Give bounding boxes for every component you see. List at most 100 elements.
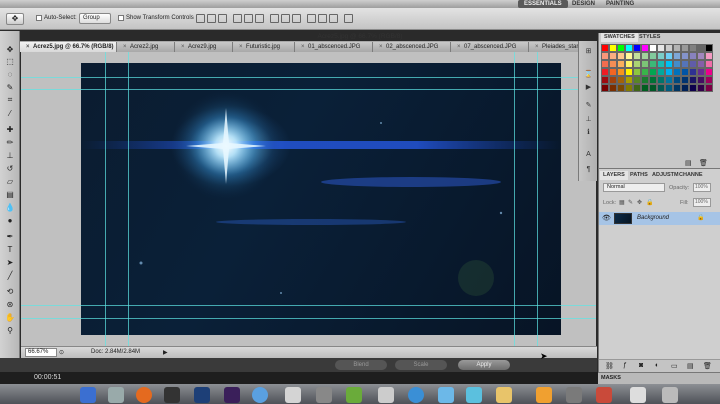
healing-brush-tool-icon[interactable]: ✚ <box>4 124 16 134</box>
marquee-tool-icon[interactable]: ⬚ <box>4 56 16 66</box>
color-swatch[interactable] <box>673 52 681 60</box>
color-swatch[interactable] <box>649 52 657 60</box>
color-swatch[interactable] <box>601 84 609 92</box>
color-swatch[interactable] <box>665 44 673 52</box>
color-swatch[interactable] <box>641 84 649 92</box>
color-swatch[interactable] <box>673 68 681 76</box>
brush-tool-icon[interactable]: ✏ <box>4 137 16 147</box>
color-swatch[interactable] <box>625 44 633 52</box>
app-icon[interactable] <box>466 387 482 403</box>
color-swatch[interactable] <box>641 44 649 52</box>
align-top-icon[interactable] <box>196 14 205 23</box>
auto-select-dropdown[interactable]: Group <box>79 13 111 24</box>
color-swatch[interactable] <box>681 84 689 92</box>
eraser-tool-icon[interactable]: ▱ <box>4 176 16 186</box>
color-swatch[interactable] <box>657 60 665 68</box>
app-icon[interactable] <box>536 387 552 403</box>
color-swatch[interactable] <box>681 52 689 60</box>
workspace-design-button[interactable]: DESIGN <box>566 0 601 8</box>
color-swatch[interactable] <box>617 76 625 84</box>
distribute-top-icon[interactable] <box>270 14 279 23</box>
tab-channels[interactable]: CHANNE <box>676 171 706 180</box>
color-swatch[interactable] <box>689 52 697 60</box>
color-swatch[interactable] <box>649 44 657 52</box>
distribute-bottom-icon[interactable] <box>292 14 301 23</box>
color-swatch[interactable] <box>633 84 641 92</box>
close-icon[interactable]: × <box>535 42 540 52</box>
close-icon[interactable]: × <box>239 42 244 52</box>
color-swatch[interactable] <box>609 68 617 76</box>
close-icon[interactable]: × <box>301 42 306 52</box>
layer-style-icon[interactable]: ƒ <box>623 362 627 369</box>
align-left-icon[interactable] <box>233 14 242 23</box>
color-swatch[interactable] <box>617 52 625 60</box>
blur-tool-icon[interactable]: 💧 <box>4 202 16 212</box>
app-icon[interactable] <box>566 387 582 403</box>
workspace-painting-button[interactable]: PAINTING <box>600 0 640 8</box>
scale-button[interactable]: Scale <box>395 360 447 370</box>
lock-all-icon[interactable]: 🔒 <box>646 199 653 206</box>
move-tool-preset-icon[interactable]: ✥ <box>6 13 24 25</box>
lock-pixels-icon[interactable]: ✎ <box>628 199 633 206</box>
workspace-essentials-button[interactable]: ESSENTIALS <box>518 0 568 8</box>
swatch-grid[interactable] <box>601 44 713 92</box>
blend-mode-dropdown[interactable]: Normal <box>603 183 665 192</box>
color-swatch[interactable] <box>681 60 689 68</box>
color-swatch[interactable] <box>705 60 713 68</box>
color-swatch[interactable] <box>673 44 681 52</box>
color-swatch[interactable] <box>697 44 705 52</box>
mini-bridge-icon[interactable]: ⊞ <box>583 46 594 56</box>
lock-transparent-icon[interactable]: ▦ <box>619 199 625 206</box>
guide-vertical[interactable] <box>537 52 538 346</box>
app-icon[interactable] <box>285 387 301 403</box>
trash-icon[interactable] <box>662 387 678 403</box>
photoshop-icon[interactable] <box>194 387 210 403</box>
move-tool-icon[interactable]: ✥ <box>4 44 16 54</box>
color-swatch[interactable] <box>649 60 657 68</box>
layer-row[interactable]: 👁 Background 🔒 <box>599 212 720 225</box>
tab-styles[interactable]: STYLES <box>636 33 663 42</box>
close-icon[interactable]: × <box>26 42 31 52</box>
tab-07-abscenced[interactable]: × 07_abscenced.JPG <box>451 42 529 52</box>
color-swatch[interactable] <box>601 76 609 84</box>
color-swatch[interactable] <box>657 84 665 92</box>
new-layer-icon[interactable]: ▤ <box>687 362 694 370</box>
paragraph-panel-icon[interactable]: ¶ <box>583 164 594 174</box>
path-select-tool-icon[interactable]: ➤ <box>4 257 16 267</box>
history-brush-tool-icon[interactable]: ↺ <box>4 163 16 173</box>
color-swatch[interactable] <box>617 60 625 68</box>
lock-position-icon[interactable]: ✥ <box>637 199 642 206</box>
clone-source-icon[interactable]: ⊥ <box>583 114 594 124</box>
color-swatch[interactable] <box>673 84 681 92</box>
adjustment-layer-icon[interactable]: ◐ <box>655 362 659 369</box>
tab-02-abscenced[interactable]: × 02_abscenced.JPG <box>373 42 451 52</box>
guide-vertical[interactable] <box>514 52 515 346</box>
color-swatch[interactable] <box>697 52 705 60</box>
color-swatch[interactable] <box>657 68 665 76</box>
shape-tool-icon[interactable]: ╱ <box>4 270 16 280</box>
link-layers-icon[interactable]: ⛓ <box>605 362 614 370</box>
tab-swatches[interactable]: SWATCHES <box>601 33 638 42</box>
align-hcenter-icon[interactable] <box>244 14 253 23</box>
show-transform-checkbox[interactable] <box>118 15 124 21</box>
distribute-right-icon[interactable] <box>329 14 338 23</box>
color-swatch[interactable] <box>625 84 633 92</box>
status-menu-arrow-icon[interactable]: ▶ <box>163 349 168 356</box>
align-bottom-icon[interactable] <box>218 14 227 23</box>
color-swatch[interactable] <box>697 68 705 76</box>
color-swatch[interactable] <box>697 60 705 68</box>
color-swatch[interactable] <box>625 60 633 68</box>
color-swatch[interactable] <box>697 84 705 92</box>
color-swatch[interactable] <box>649 84 657 92</box>
close-icon[interactable]: × <box>123 42 128 52</box>
status-icon[interactable]: ⊙ <box>59 349 64 356</box>
finder-icon[interactable] <box>80 387 96 403</box>
safari-icon[interactable] <box>252 387 268 403</box>
color-swatch[interactable] <box>665 60 673 68</box>
after-effects-icon[interactable] <box>224 387 240 403</box>
color-swatch[interactable] <box>625 68 633 76</box>
color-swatch[interactable] <box>641 68 649 76</box>
tab-futuristic[interactable]: × Futuristic.jpg <box>233 42 295 52</box>
color-swatch[interactable] <box>633 52 641 60</box>
new-group-icon[interactable]: ▭ <box>671 362 678 370</box>
